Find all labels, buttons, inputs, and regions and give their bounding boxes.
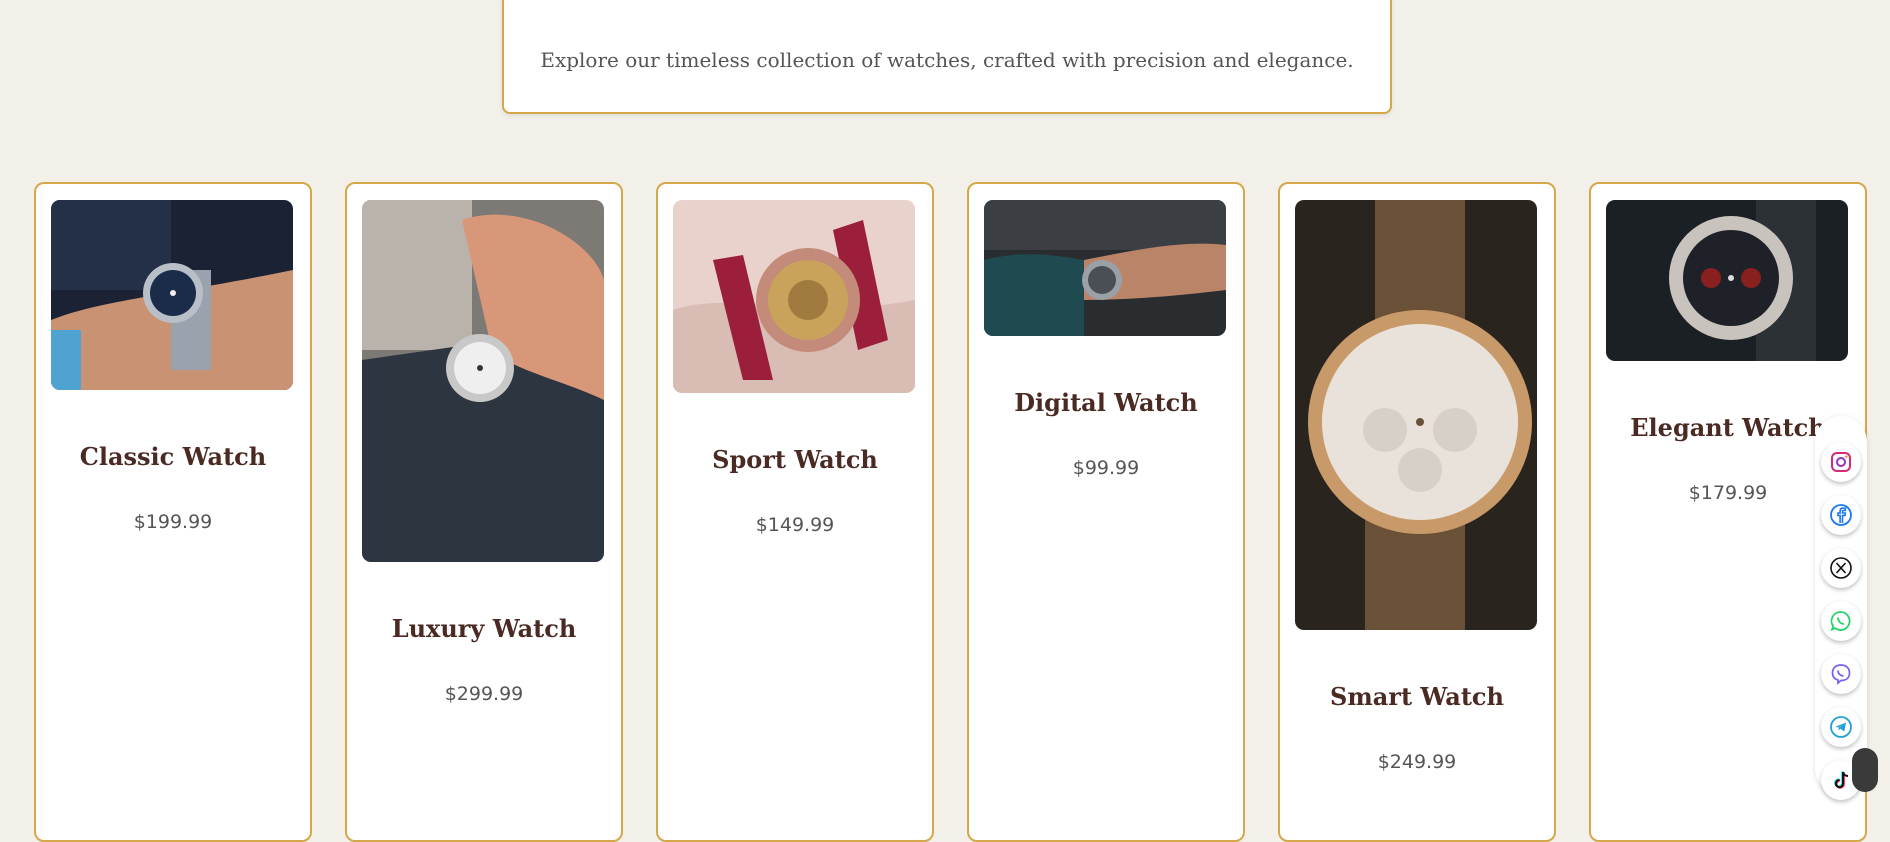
floating-action-button[interactable]	[1852, 748, 1878, 792]
product-image[interactable]	[51, 200, 293, 390]
product-title[interactable]: Sport Watch	[658, 445, 932, 474]
product-card-digital[interactable]: Digital Watch $99.99	[967, 182, 1245, 842]
instagram-icon[interactable]	[1821, 442, 1861, 482]
watch-photo-sport	[673, 200, 915, 393]
product-title[interactable]: Classic Watch	[36, 442, 310, 471]
product-title[interactable]: Digital Watch	[969, 388, 1243, 417]
product-price: $199.99	[133, 511, 213, 533]
intro-text: Explore our timeless collection of watch…	[540, 48, 1354, 72]
product-title[interactable]: Luxury Watch	[347, 614, 621, 643]
product-image[interactable]	[673, 200, 915, 393]
watch-photo-classic	[51, 200, 293, 390]
facebook-icon[interactable]	[1821, 495, 1861, 535]
product-price: $249.99	[1377, 751, 1457, 773]
product-card-luxury[interactable]: Luxury Watch $299.99	[345, 182, 623, 842]
product-image[interactable]	[984, 200, 1226, 336]
whatsapp-icon[interactable]	[1821, 601, 1861, 641]
telegram-icon[interactable]	[1821, 707, 1861, 747]
product-image[interactable]	[1295, 200, 1537, 630]
watch-photo-smart	[1295, 200, 1537, 630]
product-price: $299.99	[444, 683, 524, 705]
product-price: $99.99	[1072, 457, 1140, 479]
product-card-smart[interactable]: Smart Watch $249.99	[1278, 182, 1556, 842]
intro-box: Explore our timeless collection of watch…	[502, 0, 1392, 114]
watch-photo-elegant	[1606, 200, 1848, 361]
watch-photo-digital	[984, 200, 1226, 336]
product-image[interactable]	[362, 200, 604, 562]
social-share-bar	[1815, 416, 1867, 800]
viber-icon[interactable]	[1821, 654, 1861, 694]
product-image[interactable]	[1606, 200, 1848, 361]
product-card-classic[interactable]: Classic Watch $199.99	[34, 182, 312, 842]
x-icon[interactable]	[1821, 548, 1861, 588]
watch-photo-luxury	[362, 200, 604, 562]
product-price: $149.99	[755, 514, 835, 536]
product-card-sport[interactable]: Sport Watch $149.99	[656, 182, 934, 842]
product-title[interactable]: Smart Watch	[1280, 682, 1554, 711]
